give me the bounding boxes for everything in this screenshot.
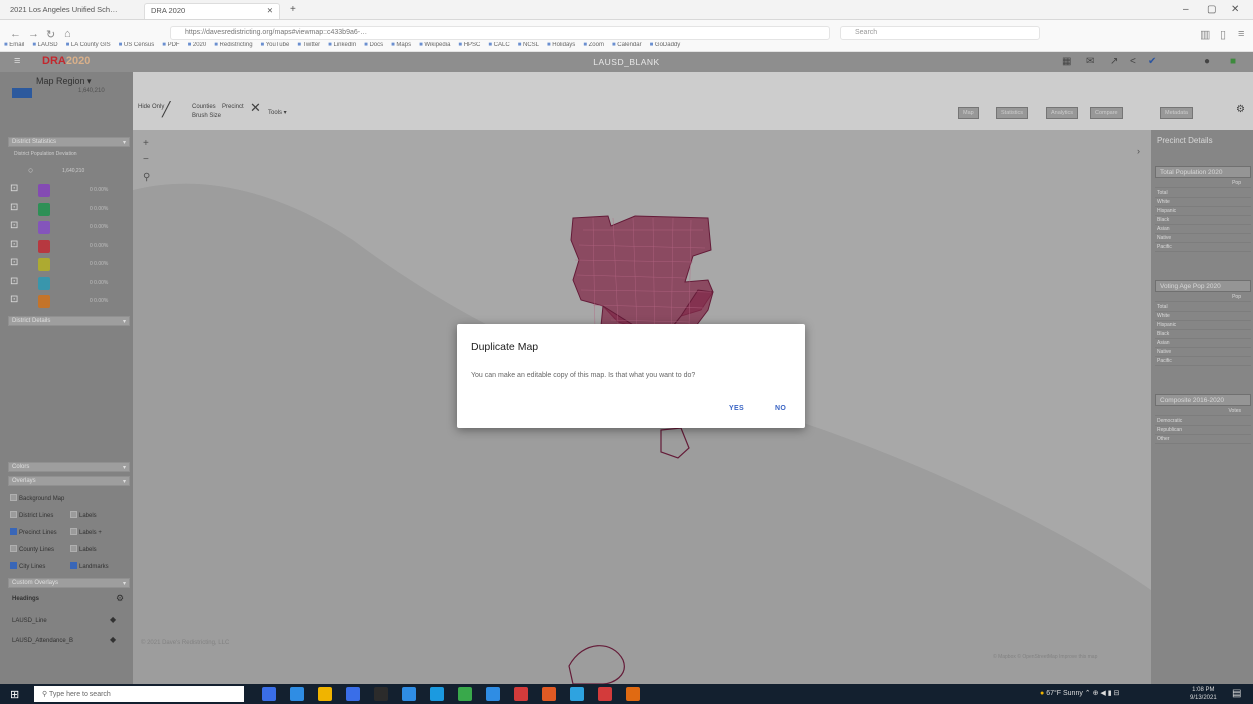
tab-dra[interactable]: DRA 2020 ✕	[144, 3, 280, 19]
user-icon[interactable]: ■	[1230, 56, 1236, 67]
time-text: 1:08 PM	[1192, 687, 1215, 693]
browser-nav-bar: ← → ↻ ⌂ https://davesredistricting.org/m…	[0, 20, 1253, 52]
browser-tab-bar: 2021 Los Angeles Unified Sch… DRA 2020 ✕…	[0, 0, 1253, 20]
new-tab-icon[interactable]: +	[290, 4, 296, 15]
library-icon[interactable]: ▥	[1200, 28, 1210, 41]
dialog-title: Duplicate Map	[471, 341, 539, 353]
bookmark-item[interactable]: Email	[4, 42, 24, 48]
bookmark-item[interactable]: 2020	[188, 42, 207, 48]
system-tray: ● 67°F Sunny ⌃ ⊕ ◀ ▮ ⊟	[1040, 690, 1120, 697]
bookmarks-bar: Email LAUSD LA County GIS US Census PDF 2020 R…	[4, 42, 1249, 52]
bookmark-item[interactable]: Twitter	[297, 42, 320, 48]
comment-icon[interactable]: ✉	[1086, 56, 1094, 67]
bookmark-item[interactable]: Docs	[364, 42, 383, 48]
bookmark-item[interactable]: US Census	[119, 42, 155, 48]
forward-icon[interactable]: →	[28, 28, 39, 40]
duplicate-map-dialog: Duplicate Map You can make an editable c…	[457, 324, 805, 428]
taskbar-app-icon[interactable]	[262, 687, 276, 701]
tab-label: 2021 Los Angeles Unified Sch…	[10, 5, 118, 14]
taskbar-app-icon[interactable]	[598, 687, 612, 701]
taskbar-app-icon[interactable]	[542, 687, 556, 701]
share-icon[interactable]: <	[1130, 56, 1136, 67]
url-input[interactable]: https://davesredistricting.org/maps#view…	[170, 26, 830, 40]
no-button[interactable]: NO	[775, 405, 786, 412]
bookmark-item[interactable]: Maps	[391, 42, 411, 48]
help-icon[interactable]: ●	[1204, 56, 1210, 67]
date-text: 9/13/2021	[1190, 695, 1217, 701]
taskbar-app-icon[interactable]	[346, 687, 360, 701]
bookmark-item[interactable]: Holidays	[547, 42, 575, 48]
taskbar-search-input[interactable]: ⚲ Type here to search	[34, 686, 244, 702]
bookmark-item[interactable]: LA County GIS	[66, 42, 111, 48]
tab-lausd[interactable]: 2021 Los Angeles Unified Sch…	[4, 3, 140, 19]
weather-text[interactable]: 67°F Sunny	[1046, 690, 1083, 697]
bookmark-item[interactable]: LinkedIn	[328, 42, 356, 48]
taskbar-app-icon[interactable]	[290, 687, 304, 701]
bookmark-item[interactable]: LAUSD	[32, 42, 57, 48]
app-menu-icon[interactable]: ≡	[1238, 28, 1244, 40]
bookmark-item[interactable]: Redistricting	[214, 42, 252, 48]
taskbar-app-icon[interactable]	[626, 687, 640, 701]
taskbar-app-icon[interactable]	[430, 687, 444, 701]
logo-year: 2020	[65, 55, 91, 67]
bookmark-item[interactable]: PDF	[162, 42, 179, 48]
app-header: ≡ DRA2020 LAUSD_BLANK ▦ ✉ ↗ < ✔ ● ■	[0, 52, 1253, 72]
taskbar-app-icon[interactable]	[486, 687, 500, 701]
windows-start-icon[interactable]: ⊞	[10, 688, 19, 701]
grid-icon[interactable]: ▦	[1062, 56, 1071, 67]
tab-label: DRA 2020	[151, 6, 186, 15]
reload-icon[interactable]: ↻	[46, 28, 55, 41]
hamburger-icon[interactable]: ≡	[14, 55, 20, 67]
bookmark-item[interactable]: NCSL	[518, 42, 539, 48]
bookmark-item[interactable]: YouTube	[261, 42, 290, 48]
yes-button[interactable]: YES	[729, 405, 744, 412]
dialog-message: You can make an editable copy of this ma…	[471, 372, 696, 379]
taskbar-app-icon[interactable]	[402, 687, 416, 701]
taskbar-app-icon[interactable]	[570, 687, 584, 701]
taskbar-app-icon[interactable]	[374, 687, 388, 701]
bookmark-item[interactable]: HPSC	[458, 42, 480, 48]
search-icon: ⚲	[42, 691, 49, 698]
sidebar-icon[interactable]: ▯	[1220, 28, 1226, 41]
notifications-icon[interactable]: ▤	[1232, 688, 1241, 699]
bookmark-item[interactable]: Wikipedia	[419, 42, 450, 48]
search-placeholder: Type here to search	[48, 691, 111, 698]
close-tab-icon[interactable]: ✕	[267, 6, 273, 15]
app-logo[interactable]: DRA2020	[42, 55, 90, 67]
maximize-icon[interactable]: ▢	[1207, 4, 1216, 15]
home-icon[interactable]: ⌂	[64, 28, 71, 40]
minimize-icon[interactable]: –	[1183, 4, 1189, 15]
bookmark-item[interactable]: Zoom	[583, 42, 604, 48]
bookmark-item[interactable]: Calendar	[612, 42, 642, 48]
logo-text: DRA	[42, 55, 66, 67]
weather-icon: ●	[1040, 690, 1045, 697]
back-icon[interactable]: ←	[10, 28, 21, 40]
windows-taskbar: ⊞ ⚲ Type here to search ● 67°F Sunny ⌃ ⊕…	[0, 684, 1253, 704]
taskbar-app-icon[interactable]	[318, 687, 332, 701]
browser-search-input[interactable]: Search	[840, 26, 1040, 40]
taskbar-app-icon[interactable]	[458, 687, 472, 701]
taskbar-app-icon[interactable]	[514, 687, 528, 701]
bookmark-item[interactable]: GoDaddy	[650, 42, 681, 48]
expand-icon[interactable]: ↗	[1110, 56, 1118, 67]
like-icon[interactable]: ✔	[1148, 56, 1156, 67]
bookmark-item[interactable]: CALC	[488, 42, 509, 48]
clock[interactable]: 1:08 PM 9/13/2021	[1190, 686, 1217, 702]
close-window-icon[interactable]: ✕	[1231, 4, 1239, 15]
